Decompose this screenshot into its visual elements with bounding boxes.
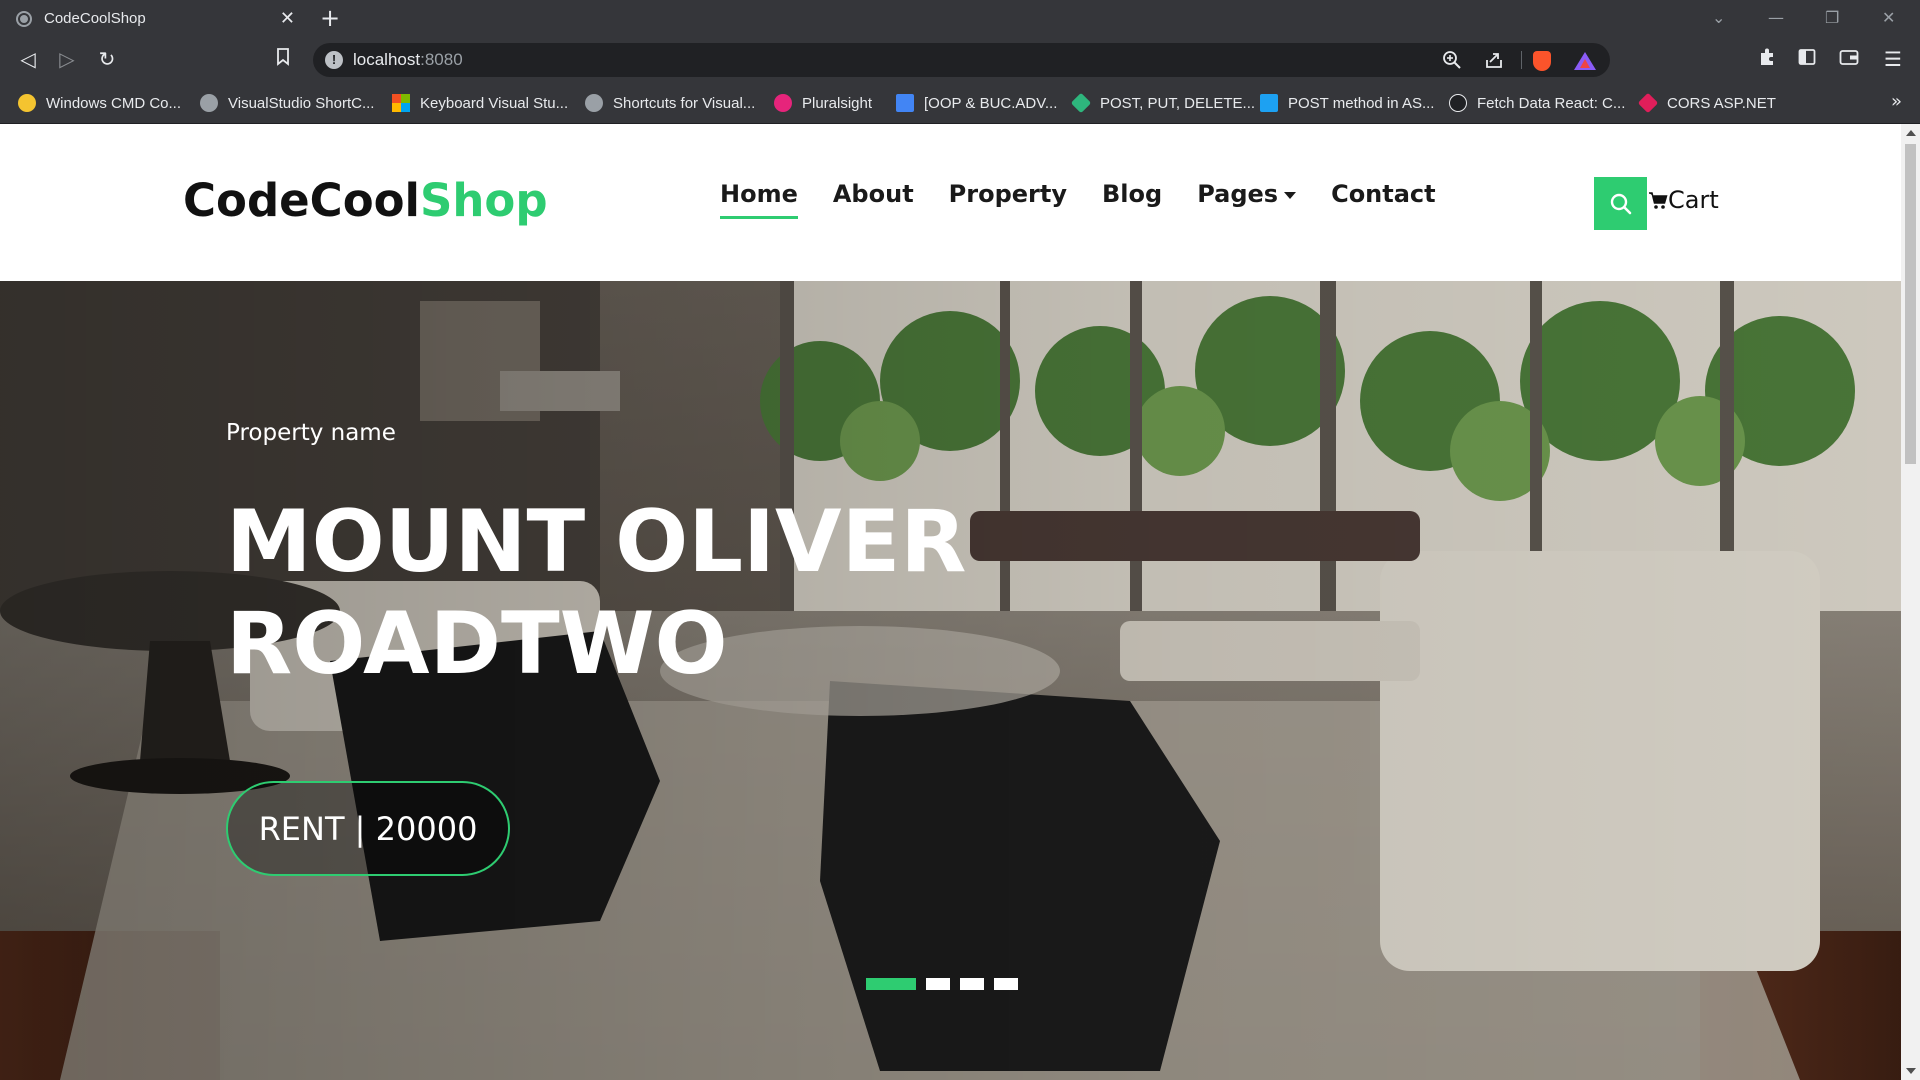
bookmark-item[interactable]: Pluralsight <box>774 91 872 115</box>
forward-button[interactable]: ▷ <box>53 47 81 71</box>
browser-tab-strip: CodeCoolShop ✕ + ⌄ — ❐ ✕ <box>0 0 1920 37</box>
search-icon <box>1610 193 1631 214</box>
url-text[interactable]: localhost:8080 <box>353 50 463 70</box>
t-icon <box>1260 94 1278 112</box>
bookmark-item[interactable]: [OOP & BUC.ADV... <box>896 91 1057 115</box>
bookmark-item[interactable]: Fetch Data React: C... <box>1449 91 1625 115</box>
brave-shields-icon[interactable] <box>1533 51 1551 71</box>
tab-close-icon[interactable]: ✕ <box>280 9 295 28</box>
a-icon <box>1449 94 1467 112</box>
minimize-button[interactable]: — <box>1768 8 1784 27</box>
web-page: CodeCoolShop Home About Property Blog Pa… <box>0 124 1901 1080</box>
cart-icon <box>1649 192 1668 209</box>
doc-icon <box>896 94 914 112</box>
bookmark-item[interactable]: POST, PUT, DELETE... <box>1070 91 1255 115</box>
restore-button[interactable]: ❐ <box>1825 8 1839 27</box>
nav-property[interactable]: Property <box>949 180 1067 219</box>
bookmarks-bar: Windows CMD Co... VisualStudio ShortC...… <box>0 83 1920 124</box>
cart-label: Cart <box>1668 186 1719 214</box>
hero-carousel: Property name MOUNT OLIVER ROADTWO RENT … <box>0 281 1901 1080</box>
wallet-icon[interactable] <box>1835 47 1863 71</box>
scrollbar-thumb[interactable] <box>1905 144 1916 464</box>
tab-title: CodeCoolShop <box>44 10 146 27</box>
site-logo[interactable]: CodeCoolShop <box>183 174 548 227</box>
caret-down-icon <box>1284 191 1297 199</box>
cmd-icon <box>18 94 36 112</box>
bookmark-icon[interactable] <box>269 47 297 71</box>
sidebar-icon[interactable] <box>1793 47 1821 71</box>
new-tab-button[interactable]: + <box>320 5 340 31</box>
bookmark-item[interactable]: VisualStudio ShortC... <box>200 91 374 115</box>
bookmark-item[interactable]: Keyboard Visual Stu... <box>392 91 568 115</box>
browser-tab[interactable]: CodeCoolShop ✕ <box>0 0 305 37</box>
carousel-indicator-2[interactable] <box>926 978 950 990</box>
reload-button[interactable]: ↻ <box>93 47 121 71</box>
bookmark-item[interactable]: POST method in AS... <box>1260 91 1434 115</box>
tab-search-chevron-icon[interactable]: ⌄ <box>1712 8 1725 27</box>
carousel-indicator-3[interactable] <box>960 978 984 990</box>
property-subtitle: Property name <box>226 420 396 446</box>
browser-toolbar: ◁ ▷ ↻ ! localhost:8080 ☰ <box>0 37 1920 83</box>
slack-icon <box>1070 92 1092 114</box>
address-bar[interactable]: ! localhost:8080 <box>313 43 1610 77</box>
bookmark-item[interactable]: Windows CMD Co... <box>18 91 181 115</box>
site-favicon-icon <box>16 10 32 27</box>
extensions-icon[interactable] <box>1753 47 1781 72</box>
cart-link[interactable]: Cart <box>1648 186 1719 214</box>
scroll-down-arrow-icon[interactable] <box>1906 1068 1916 1074</box>
brave-rewards-icon[interactable] <box>1574 52 1596 70</box>
scroll-up-arrow-icon[interactable] <box>1906 130 1916 136</box>
nav-pages-label: Pages <box>1197 180 1279 208</box>
site-info-icon[interactable]: ! <box>325 51 343 69</box>
main-nav: Home About Property Blog Pages Contact <box>720 180 1471 219</box>
close-window-button[interactable]: ✕ <box>1882 8 1895 27</box>
site-header: CodeCoolShop Home About Property Blog Pa… <box>0 124 1901 281</box>
nav-pages-dropdown[interactable]: Pages <box>1197 180 1297 219</box>
globe-icon <box>200 94 218 112</box>
bookmark-item[interactable]: CORS ASP.NET <box>1637 91 1776 115</box>
property-title: MOUNT OLIVER ROADTWO <box>226 491 1026 695</box>
property-title-line: ROADTWO <box>226 594 728 694</box>
carousel-indicators <box>866 978 1018 990</box>
divider <box>1521 51 1522 69</box>
globe-icon <box>585 94 603 112</box>
carousel-indicator-1[interactable] <box>866 978 916 990</box>
nav-blog[interactable]: Blog <box>1102 180 1162 219</box>
pluralsight-icon <box>774 94 792 112</box>
menu-icon[interactable]: ☰ <box>1879 47 1907 71</box>
share-icon[interactable] <box>1484 50 1504 75</box>
carousel-indicator-4[interactable] <box>994 978 1018 990</box>
nav-about[interactable]: About <box>833 180 914 219</box>
slack-icon <box>1637 92 1659 114</box>
nav-contact[interactable]: Contact <box>1331 180 1436 219</box>
more-bookmarks-icon[interactable]: » <box>1891 91 1902 112</box>
zoom-icon[interactable] <box>1442 50 1462 75</box>
rent-price-button[interactable]: RENT | 20000 <box>226 781 510 876</box>
nav-home[interactable]: Home <box>720 180 798 219</box>
bookmark-item[interactable]: Shortcuts for Visual... <box>585 91 755 115</box>
back-button[interactable]: ◁ <box>14 47 42 71</box>
search-button[interactable] <box>1594 177 1647 230</box>
microsoft-icon <box>392 94 410 112</box>
page-scrollbar[interactable] <box>1901 124 1920 1080</box>
property-title-line: MOUNT OLIVER <box>226 492 967 592</box>
